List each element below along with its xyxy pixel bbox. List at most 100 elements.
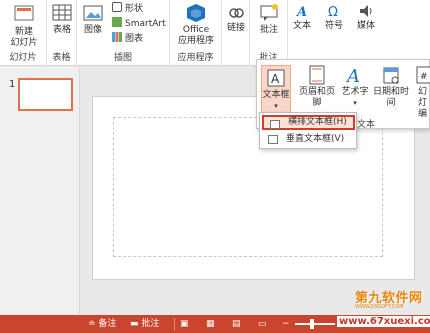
normal-view-icon: ▣ [180,319,189,329]
comments-icon: ▬ [130,319,139,329]
comment-button[interactable]: 批注 [254,3,284,36]
textbox-dropdown-arrow: ▾ [274,102,278,110]
svg-text:Ω: Ω [328,5,338,19]
symbols-button[interactable]: Ω 符号 [322,3,346,32]
new-slide-label: 新建 幻灯片 [10,27,38,48]
office-store-icon [187,4,205,22]
group-links: 链接 [222,0,250,66]
smartart-icon [112,17,122,27]
slide-sorter-icon: ▦ [206,319,215,329]
shapes-icon [112,2,122,12]
watermark-url: www.67xuexi.com [337,316,430,327]
slide-thumbnail[interactable] [18,78,73,111]
smartart-label: SmartArt [125,19,166,29]
comment-icon [260,4,278,21]
datetime-label: 日期和时间 [372,87,409,108]
speaker-icon [360,5,372,17]
text-button[interactable]: A 文本 [290,3,314,32]
office-apps-button[interactable]: Office 应用程序 [173,3,219,47]
symbols-label: 符号 [324,21,343,31]
smartart-button[interactable]: SmartArt [112,17,166,31]
group-illustrations-label: 插图 [113,53,132,63]
chart-label: 图表 [125,34,144,44]
zoom-slider-thumb[interactable] [310,319,314,329]
chart-button[interactable]: 图表 [112,32,143,46]
wordart-dropdown-arrow: ▾ [353,99,357,107]
calendar-icon [383,67,399,84]
table-button[interactable]: 表格 [49,3,75,36]
text-label: 文本 [292,21,311,31]
comment-label: 批注 [259,25,278,35]
notes-label: 备注 [98,319,117,329]
slide-sorter-button[interactable]: ▦ [206,315,215,333]
ribbon: 新建 幻灯片 幻灯片 表格 表格 图像 形状 SmartArt 图表 插图 Of… [0,0,430,66]
image-button[interactable]: 图像 [80,3,106,36]
slide-number-label: 幻灯 编 [417,87,427,119]
slide-number: 1 [9,79,16,90]
svg-text:#: # [420,72,428,82]
shapes-button[interactable]: 形状 [112,2,143,16]
vertical-textbox-item[interactable]: 垂直文本框(V) [262,132,355,147]
header-footer-icon [309,65,325,85]
minus-icon: − [282,319,290,329]
new-slide-button[interactable]: 新建 幻灯片 [4,3,44,49]
chart-icon [112,32,122,42]
group-tables-label: 表格 [52,53,71,63]
header-footer-label: 页眉和页脚 [298,87,335,108]
group-slides-label: 幻灯片 [9,53,37,63]
image-label: 图像 [83,25,102,35]
shapes-label: 形状 [125,4,144,14]
wordart-icon: A [346,66,360,85]
svg-text:A: A [346,66,360,85]
textbox-icon: A [267,69,285,87]
wordart-button[interactable]: A 艺术字 ▾ [341,65,369,109]
media-button[interactable]: 媒体 [354,3,378,32]
link-icon [229,8,244,18]
omega-icon: Ω [328,5,338,19]
links-button[interactable]: 链接 [224,5,248,34]
group-illustrations: 图像 形状 SmartArt 图表 插图 [77,0,170,66]
group-apps-label: 应用程序 [177,53,214,63]
group-slides: 新建 幻灯片 幻灯片 [0,0,47,66]
image-icon [83,5,103,21]
zoom-out-button[interactable]: − [282,315,290,333]
horizontal-textbox-label: 横排文本框(H) [288,117,347,127]
horizontal-textbox-item[interactable]: 横排文本框(H) [262,115,355,130]
reading-view-icon: ▤ [232,319,241,329]
comments-button[interactable]: ▬ 批注 [130,315,159,333]
vertical-textbox-icon [268,135,278,144]
group-comments: 批注 批注 [250,0,288,66]
status-separator [174,318,175,330]
normal-view-button[interactable]: ▣ [180,315,189,333]
textbox-dropdown-menu: 横排文本框(H) 垂直文本框(V) [259,112,357,149]
textbox-button[interactable]: A 文本框 ▾ [261,65,291,113]
table-icon [52,4,72,21]
header-footer-button[interactable]: 页眉和页脚 [295,65,339,109]
group-tables: 表格 表格 [47,0,77,66]
reading-view-button[interactable]: ▤ [232,315,241,333]
office-apps-label: Office 应用程序 [177,25,214,46]
horizontal-textbox-icon [270,120,280,129]
wordart-label: 艺术字 [341,87,369,97]
datetime-button[interactable]: 日期和时间 [369,65,413,109]
media-label: 媒体 [356,21,375,31]
slide-thumbnail-pane: 1 [0,67,80,315]
text-group-label: 文本 [357,120,376,130]
svg-text:A: A [271,72,280,86]
slide-number-icon: # [416,66,430,84]
watermark: 第九软件网 WWW.D9SOFT.COM www.67xuexi.com [337,287,430,331]
notes-button[interactable]: ≐ 备注 [88,315,116,333]
vertical-textbox-label: 垂直文本框(V) [286,134,345,144]
slide-number-button[interactable]: # 幻灯 编 [414,65,430,120]
svg-text:A: A [295,5,307,19]
group-apps: Office 应用程序 应用程序 [170,0,222,66]
textbox-label: 文本框 [262,90,290,100]
zoom-slider-track[interactable] [295,323,335,325]
slideshow-icon: ▭ [258,319,267,329]
notes-icon: ≐ [88,319,96,329]
table-label: 表格 [52,25,71,35]
links-label: 链接 [226,23,245,33]
slideshow-button[interactable]: ▭ [258,315,267,333]
new-slide-icon [14,5,34,21]
text-a-icon: A [295,5,307,19]
